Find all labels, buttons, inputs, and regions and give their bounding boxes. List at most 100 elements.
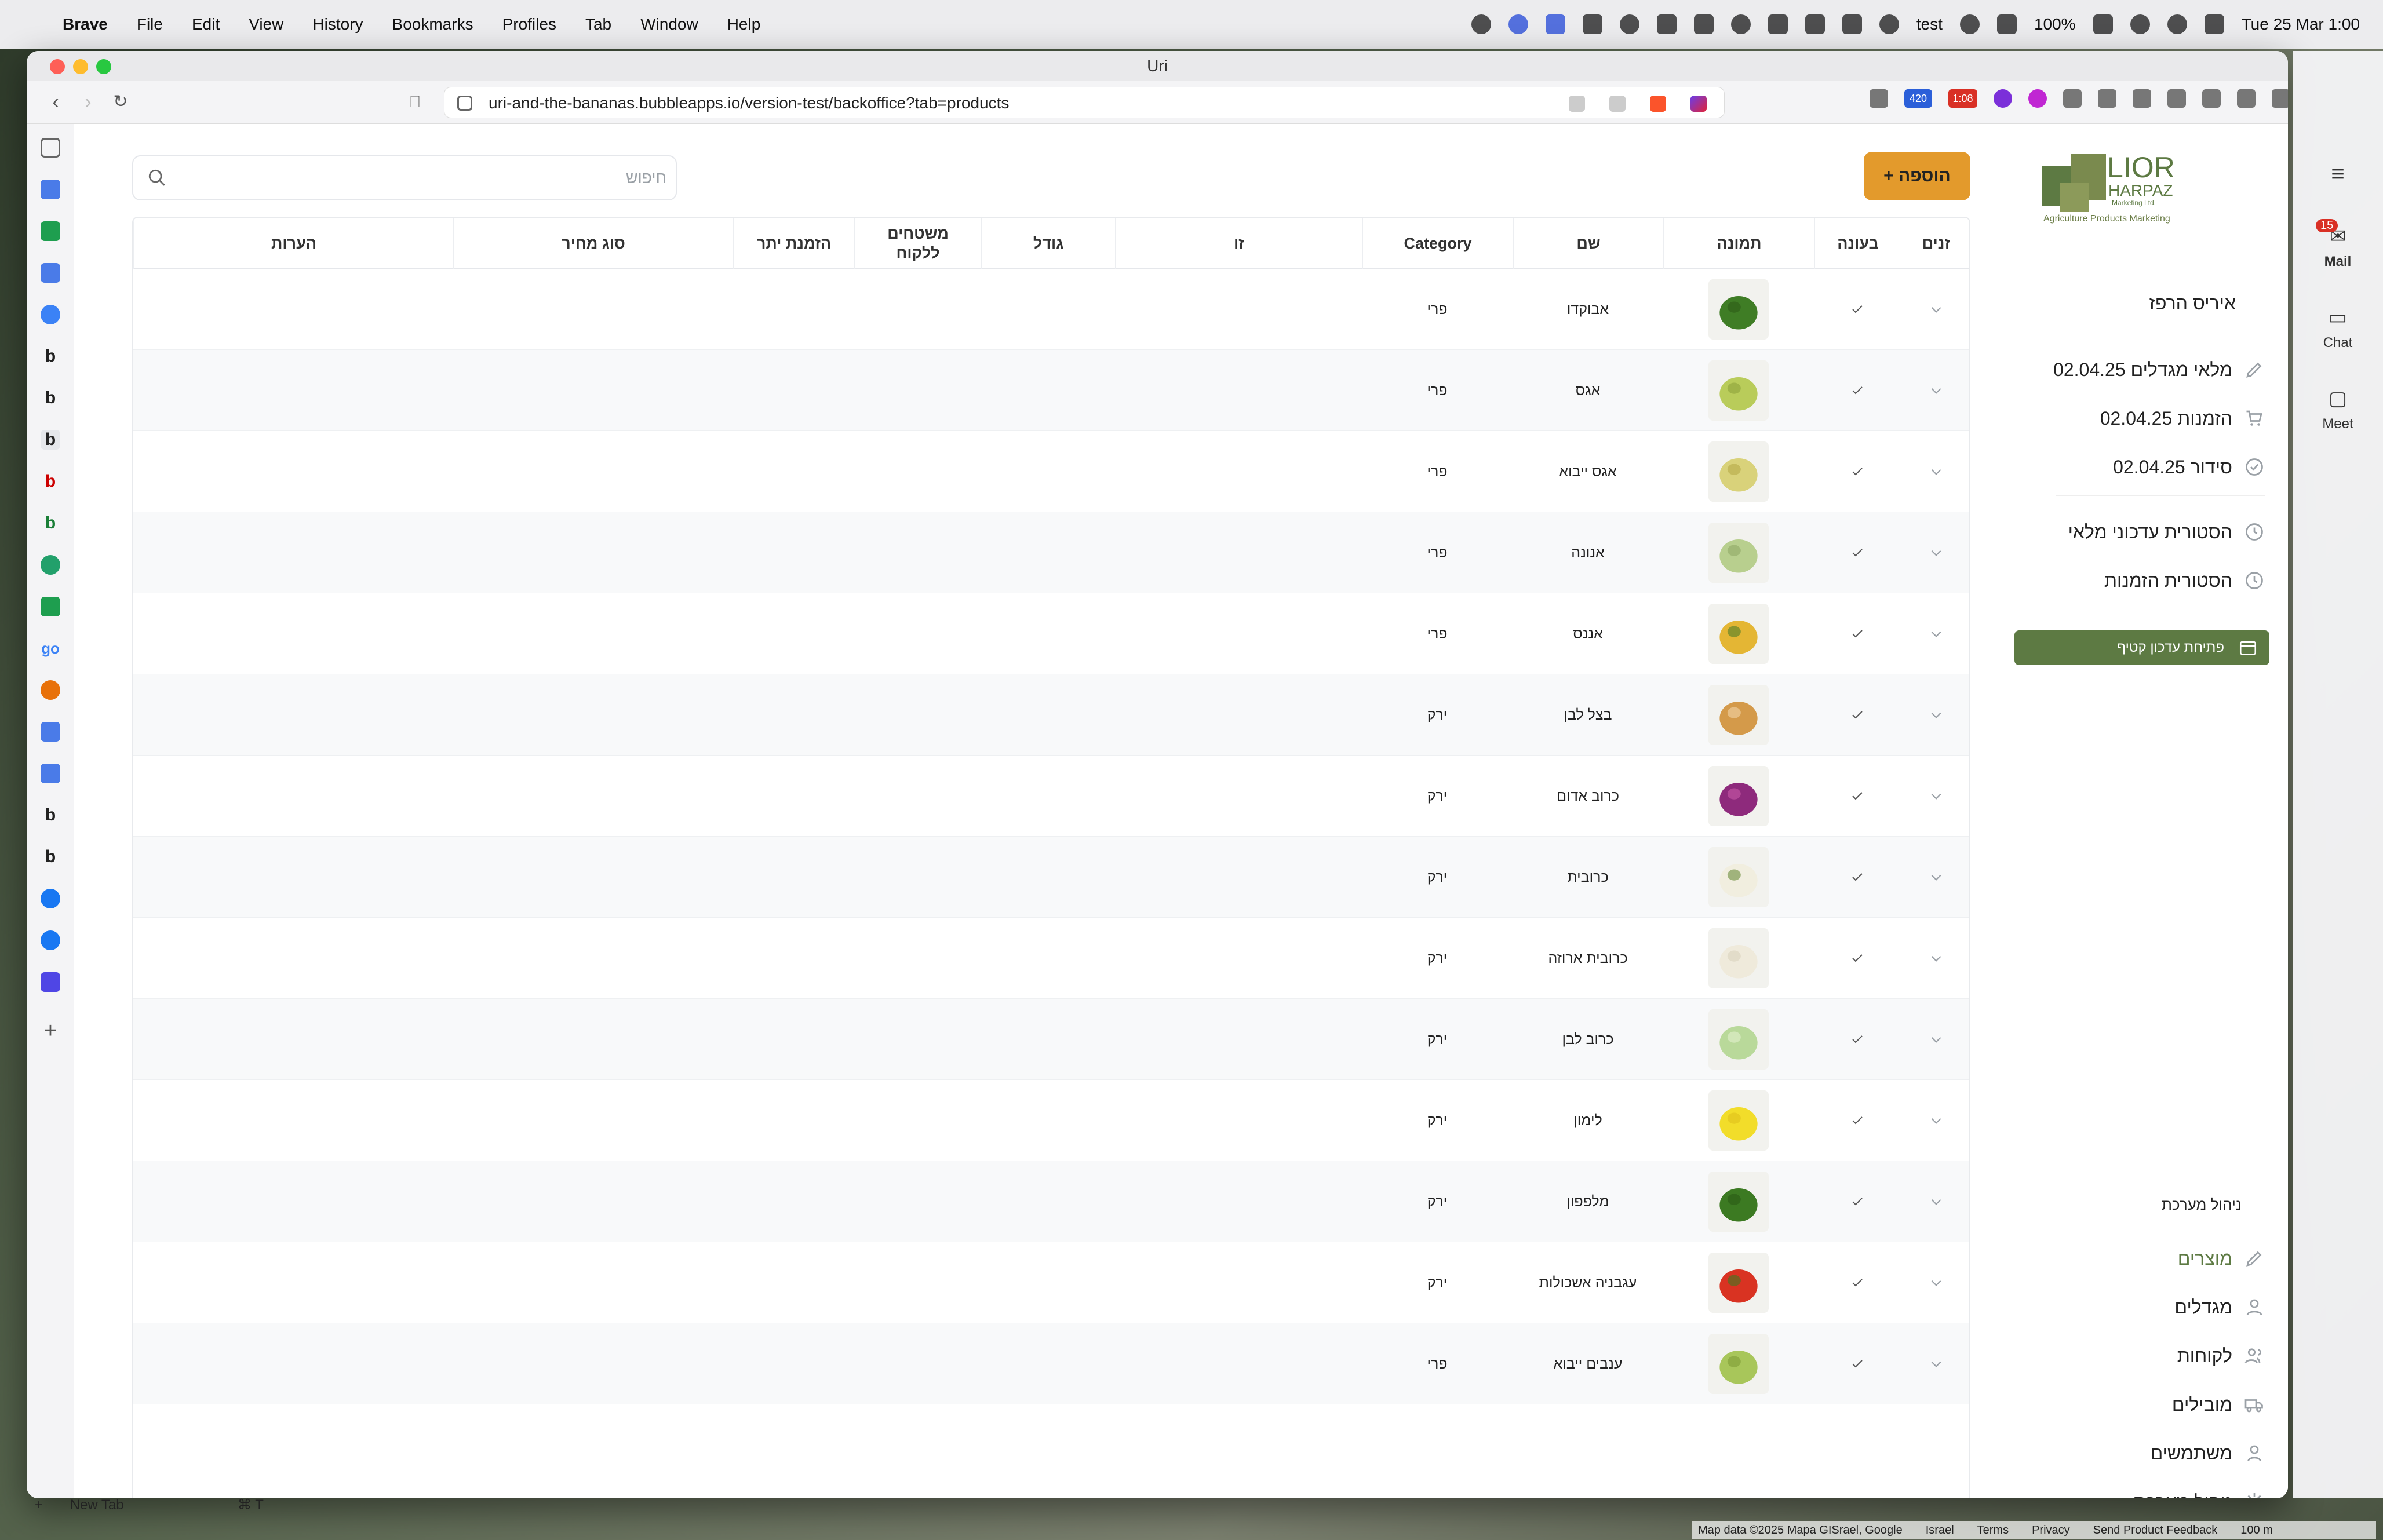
- table-row[interactable]: אגס ייבוא פרי: [133, 431, 1969, 512]
- chevron-down-icon[interactable]: [1929, 1275, 1944, 1290]
- status-arrangement[interactable]: סידור 02.04.25: [1987, 450, 2265, 484]
- product-image[interactable]: [1708, 1090, 1769, 1151]
- extension-icon[interactable]: [2028, 89, 2047, 108]
- download-icon[interactable]: [2098, 89, 2116, 108]
- nav-item-2[interactable]: לקוחות: [1987, 1338, 2265, 1373]
- tab-chrome-icon[interactable]: [41, 305, 60, 324]
- col-varieties[interactable]: זנים: [1901, 218, 1969, 269]
- map-credit-item[interactable]: Terms: [1977, 1524, 2009, 1537]
- sidebar-panel-icon[interactable]: [41, 138, 60, 158]
- signal-icon[interactable]: [1656, 14, 1677, 34]
- nav-item-5[interactable]: ניהול מערכת: [1987, 1484, 2265, 1498]
- mail-nav[interactable]: 15 ✉ Mail: [2293, 219, 2383, 270]
- table-row[interactable]: כרוב אדום ירק: [133, 756, 1969, 837]
- product-image[interactable]: [1708, 1009, 1769, 1070]
- extension-badge-timer[interactable]: 1:08: [1948, 89, 1977, 108]
- col-over-order[interactable]: הזמנת יתר: [733, 218, 854, 269]
- tab-bubble-icon[interactable]: b: [41, 388, 60, 408]
- table-row[interactable]: ענבים ייבוא פרי: [133, 1323, 1969, 1404]
- chevron-down-icon[interactable]: [1929, 545, 1944, 560]
- menu-app-name[interactable]: Brave: [63, 15, 108, 34]
- reload-icon[interactable]: ↻: [109, 90, 132, 114]
- info-icon[interactable]: [1730, 14, 1751, 34]
- wifi-icon[interactable]: [2130, 14, 2150, 34]
- col-pallets-per-customer[interactable]: משטחים ללקוח: [854, 218, 981, 269]
- sidebar-toggle-icon[interactable]: [2133, 89, 2151, 108]
- table-row[interactable]: אגס פרי: [133, 350, 1969, 431]
- col-in-season[interactable]: בעונה: [1814, 218, 1901, 269]
- moon-icon[interactable]: [1959, 14, 1980, 34]
- tab-docs-icon[interactable]: [41, 764, 60, 783]
- wallet-icon[interactable]: [2167, 89, 2186, 108]
- chevron-down-icon[interactable]: [1929, 383, 1944, 398]
- tab-site-icon[interactable]: [41, 972, 60, 992]
- tab-google-icon[interactable]: go: [41, 638, 60, 658]
- status-grower-inventory[interactable]: מלאי מגדלים 02.04.25: [1987, 352, 2265, 387]
- tab-bubble-icon[interactable]: b: [41, 805, 60, 825]
- table-row[interactable]: לימון ירק: [133, 1080, 1969, 1161]
- menu-profiles[interactable]: Profiles: [502, 15, 556, 34]
- product-image[interactable]: [1708, 360, 1769, 421]
- tab-bubble-icon[interactable]: b: [41, 346, 60, 366]
- menu-user[interactable]: test: [1916, 15, 1943, 34]
- add-tab-icon[interactable]: +: [41, 1020, 60, 1042]
- col-image[interactable]: תמונה: [1663, 218, 1814, 269]
- product-image[interactable]: [1708, 685, 1769, 745]
- col-category[interactable]: Category: [1362, 218, 1513, 269]
- chevron-down-icon[interactable]: [1929, 870, 1944, 885]
- history-orders[interactable]: הסטורית הזמנות: [1987, 563, 2265, 598]
- hamburger-icon[interactable]: ≡: [2293, 161, 2383, 187]
- tab-sheets-icon[interactable]: [41, 221, 60, 241]
- varieties-expand[interactable]: [1901, 512, 1969, 593]
- display-icon[interactable]: [1768, 14, 1788, 34]
- tab-docs-icon[interactable]: [41, 180, 60, 199]
- map-credit-item[interactable]: Israel: [1926, 1524, 1954, 1537]
- meet-nav[interactable]: ▢ Meet: [2293, 387, 2383, 432]
- col-zu[interactable]: זו: [1115, 218, 1362, 269]
- brave-rewards-icon[interactable]: [1690, 96, 1707, 112]
- menu-file[interactable]: File: [137, 15, 163, 34]
- url-text[interactable]: uri-and-the-bananas.bubbleapps.io/versio…: [489, 87, 1009, 119]
- chevron-down-icon[interactable]: [1929, 464, 1944, 479]
- product-image[interactable]: [1708, 1172, 1769, 1232]
- menu-tab[interactable]: Tab: [585, 15, 611, 34]
- product-image[interactable]: [1708, 279, 1769, 340]
- openai-icon[interactable]: [1619, 14, 1639, 34]
- screen-share-icon[interactable]: [1545, 14, 1565, 34]
- search-input[interactable]: [185, 156, 666, 199]
- menu-icon[interactable]: [2272, 89, 2288, 108]
- tab-bubble-icon[interactable]: b: [41, 513, 60, 533]
- chat-nav[interactable]: ▭ Chat: [2293, 306, 2383, 351]
- table-row[interactable]: מלפפון ירק: [133, 1161, 1969, 1242]
- map-credit-item[interactable]: Send Product Feedback: [2093, 1524, 2218, 1537]
- control-center-icon[interactable]: [2204, 14, 2224, 34]
- history-inventory-updates[interactable]: הסטורית עדכוני מלאי: [1987, 514, 2265, 549]
- extension-icon[interactable]: [1870, 89, 1888, 108]
- nav-item-1[interactable]: מגדלים: [1987, 1290, 2265, 1324]
- menu-edit[interactable]: Edit: [192, 15, 220, 34]
- varieties-expand[interactable]: [1901, 593, 1969, 674]
- table-row[interactable]: אננס פרי: [133, 593, 1969, 674]
- product-image[interactable]: [1708, 1334, 1769, 1394]
- chevron-down-icon[interactable]: [1929, 1356, 1944, 1371]
- product-image[interactable]: [1708, 928, 1769, 988]
- table-row[interactable]: כרוב לבן ירק: [133, 999, 1969, 1080]
- col-size[interactable]: גודל: [981, 218, 1115, 269]
- tab-sheets-icon[interactable]: [41, 597, 60, 616]
- search-box[interactable]: [132, 155, 677, 200]
- nav-item-0[interactable]: מוצרים: [1987, 1241, 2265, 1276]
- table-row[interactable]: בצל לבן ירק: [133, 674, 1969, 756]
- varieties-expand[interactable]: [1901, 431, 1969, 512]
- brave-shield-icon[interactable]: [1650, 96, 1666, 112]
- tab-bubble-icon[interactable]: b: [41, 472, 60, 491]
- battery-icon[interactable]: [2093, 14, 2113, 34]
- menu-history[interactable]: History: [312, 15, 363, 34]
- nav-item-3[interactable]: מובילים: [1987, 1387, 2265, 1422]
- play-icon[interactable]: [1879, 14, 1899, 34]
- varieties-expand[interactable]: [1901, 918, 1969, 999]
- translate-icon[interactable]: [1569, 96, 1585, 112]
- headphones-icon[interactable]: [1842, 14, 1862, 34]
- extension-icon[interactable]: [1994, 89, 2012, 108]
- leo-icon[interactable]: [2202, 89, 2221, 108]
- chevron-down-icon[interactable]: [1929, 951, 1944, 966]
